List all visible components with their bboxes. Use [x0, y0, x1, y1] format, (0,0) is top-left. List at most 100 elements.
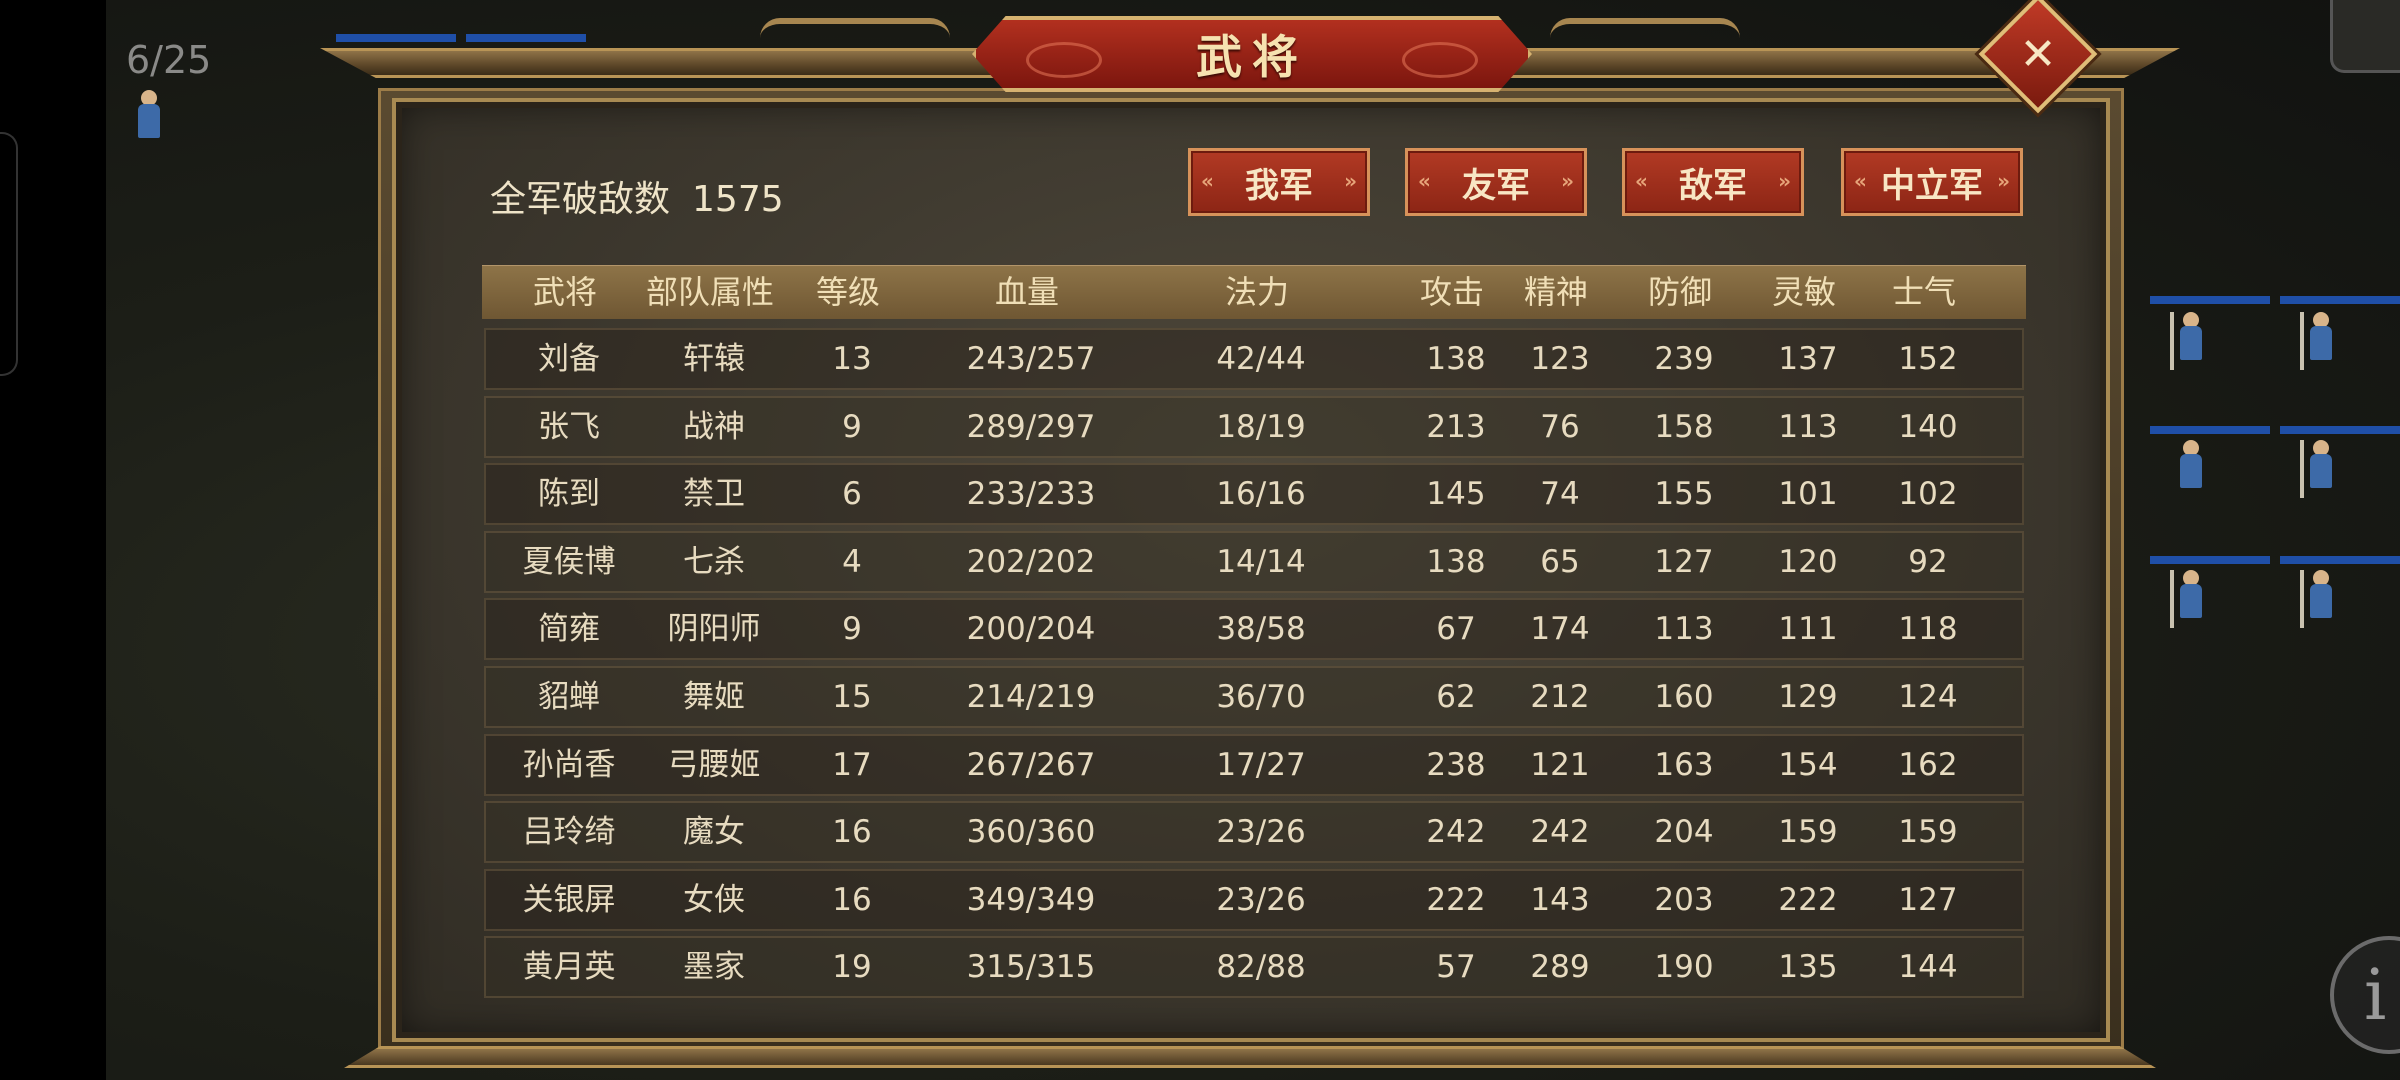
- defense-cell: 127: [1654, 543, 1714, 580]
- unit-type-cell: 魔女: [683, 814, 745, 851]
- unit-sprite[interactable]: [2168, 440, 2214, 498]
- morale-cell: 159: [1898, 814, 1958, 851]
- unit-type-cell: 轩辕: [683, 341, 745, 377]
- unit-type-cell: 女侠: [683, 881, 745, 918]
- unit-sprite[interactable]: [2298, 312, 2344, 370]
- swirl-ornament: [1402, 42, 1478, 78]
- column-header[interactable]: 法力: [1132, 265, 1382, 319]
- morale-cell: 102: [1898, 476, 1958, 513]
- edge-handle[interactable]: [0, 132, 18, 376]
- spirit-cell: 123: [1530, 341, 1590, 377]
- unit-type-cell: 禁卫: [683, 476, 745, 513]
- morale-cell: 127: [1898, 881, 1958, 918]
- table-row[interactable]: 夏侯博 七杀 4 202/202 14/14 138 65 127 120 92: [484, 530, 2024, 593]
- unit-sprite[interactable]: [2298, 440, 2344, 498]
- unit-sprite[interactable]: [2168, 312, 2214, 370]
- defense-cell: 158: [1654, 408, 1714, 445]
- defense-cell: 239: [1654, 341, 1714, 377]
- defense-cell: 204: [1654, 814, 1714, 851]
- unit-sprite[interactable]: [126, 90, 172, 148]
- unit-hp-bar: [2280, 296, 2400, 304]
- unit-hp-bar: [2150, 556, 2270, 564]
- spirit-cell: 74: [1540, 476, 1580, 513]
- agility-cell: 113: [1778, 408, 1838, 445]
- hp-cell: 214/219: [966, 679, 1096, 715]
- swirl-ornament: [1026, 42, 1102, 78]
- agility-cell: 159: [1778, 814, 1838, 851]
- hp-cell: 360/360: [966, 814, 1096, 851]
- spirit-cell: 174: [1530, 611, 1590, 648]
- column-header[interactable]: 武将: [482, 265, 648, 319]
- kill-count: 全军破敌数 1575: [490, 170, 784, 222]
- general-name-cell: 孙尚香: [522, 746, 616, 783]
- column-header[interactable]: 血量: [902, 265, 1152, 319]
- filter-ally-army-button[interactable]: 友军: [1405, 148, 1587, 216]
- filter-neutral-army-button[interactable]: 中立军: [1841, 148, 2023, 216]
- agility-cell: 129: [1778, 679, 1838, 715]
- mp-cell: 17/27: [1216, 746, 1306, 783]
- table-row[interactable]: 黄月英 墨家 19 315/315 82/88 57 289 190 135 144: [484, 936, 2024, 999]
- agility-cell: 154: [1778, 746, 1838, 783]
- hp-cell: 349/349: [966, 881, 1096, 918]
- hp-cell: 267/267: [966, 746, 1096, 783]
- unit-type-cell: 阴阳师: [667, 611, 761, 648]
- morale-cell: 118: [1898, 611, 1958, 648]
- general-name-cell: 貂蝉: [538, 679, 600, 715]
- general-name-cell: 简雍: [538, 611, 600, 648]
- unit-type-cell: 舞姬: [683, 679, 745, 715]
- spirit-cell: 121: [1530, 746, 1590, 783]
- morale-cell: 92: [1908, 543, 1948, 580]
- column-header[interactable]: 灵敏: [1744, 265, 1864, 319]
- mp-cell: 82/88: [1216, 949, 1306, 986]
- table-row[interactable]: 简雍 阴阳师 9 200/204 38/58 67 174 113 111 118: [484, 598, 2024, 661]
- column-header[interactable]: 精神: [1496, 265, 1616, 319]
- unit-sprite[interactable]: [2298, 570, 2344, 628]
- close-icon: ✕: [2019, 28, 2057, 80]
- agility-cell: 137: [1778, 341, 1838, 377]
- table-row[interactable]: 吕玲绮 魔女 16 360/360 23/26 242 242 204 159 159: [484, 801, 2024, 864]
- morale-cell: 152: [1898, 341, 1958, 377]
- morale-cell: 124: [1898, 679, 1958, 715]
- general-name-cell: 吕玲绮: [522, 814, 616, 851]
- filter-enemy-army-button[interactable]: 敌军: [1622, 148, 1804, 216]
- minimap-corner[interactable]: [2330, 0, 2400, 73]
- table-row[interactable]: 貂蝉 舞姬 15 214/219 36/70 62 212 160 129 124: [484, 666, 2024, 728]
- defense-cell: 190: [1654, 949, 1714, 986]
- spirit-cell: 212: [1530, 679, 1590, 715]
- mp-cell: 18/19: [1216, 408, 1306, 445]
- column-header[interactable]: 士气: [1864, 265, 1984, 319]
- dialog-title: 武将: [1196, 30, 1308, 84]
- hp-cell: 315/315: [966, 949, 1096, 986]
- spirit-cell: 76: [1540, 408, 1580, 445]
- column-header[interactable]: 防御: [1620, 265, 1740, 319]
- mp-cell: 14/14: [1216, 543, 1306, 580]
- table-row[interactable]: 关银屏 女侠 16 349/349 23/26 222 143 203 222 127: [484, 868, 2024, 931]
- table-row[interactable]: 孙尚香 弓腰姬 17 267/267 17/27 238 121 163 154 162: [484, 733, 2024, 796]
- agility-cell: 101: [1778, 476, 1838, 513]
- general-name-cell: 陈到: [538, 476, 600, 513]
- table-row[interactable]: 刘备 轩辕 13 243/257 42/44 138 123 239 137 152: [484, 328, 2024, 390]
- unit-hp-bar: [2150, 296, 2270, 304]
- unit-type-cell: 战神: [683, 408, 745, 445]
- defense-cell: 160: [1654, 679, 1714, 715]
- mp-cell: 36/70: [1216, 679, 1306, 715]
- spirit-cell: 143: [1530, 881, 1590, 918]
- column-header[interactable]: 部队属性: [634, 265, 786, 319]
- agility-cell: 120: [1778, 543, 1838, 580]
- table-header: 武将 部队属性 等级 血量 法力 攻击 精神 防御 灵敏 士气: [482, 265, 2026, 319]
- turn-counter: 6/25: [126, 38, 212, 82]
- morale-cell: 162: [1898, 746, 1958, 783]
- hp-cell: 289/297: [966, 408, 1096, 445]
- mp-cell: 23/26: [1216, 814, 1306, 851]
- unit-type-cell: 七杀: [683, 543, 745, 580]
- hp-cell: 233/233: [966, 476, 1096, 513]
- filter-my-army-button[interactable]: 我军: [1188, 148, 1370, 216]
- mp-cell: 42/44: [1216, 341, 1306, 377]
- table-row[interactable]: 张飞 战神 9 289/297 18/19 213 76 158 113 140: [484, 395, 2024, 458]
- morale-cell: 144: [1898, 949, 1958, 986]
- unit-type-cell: 弓腰姬: [667, 746, 761, 783]
- unit-hp-bar: [2280, 426, 2400, 434]
- general-name-cell: 黄月英: [522, 949, 616, 986]
- table-row[interactable]: 陈到 禁卫 6 233/233 16/16 145 74 155 101 102: [484, 463, 2024, 526]
- unit-sprite[interactable]: [2168, 570, 2214, 628]
